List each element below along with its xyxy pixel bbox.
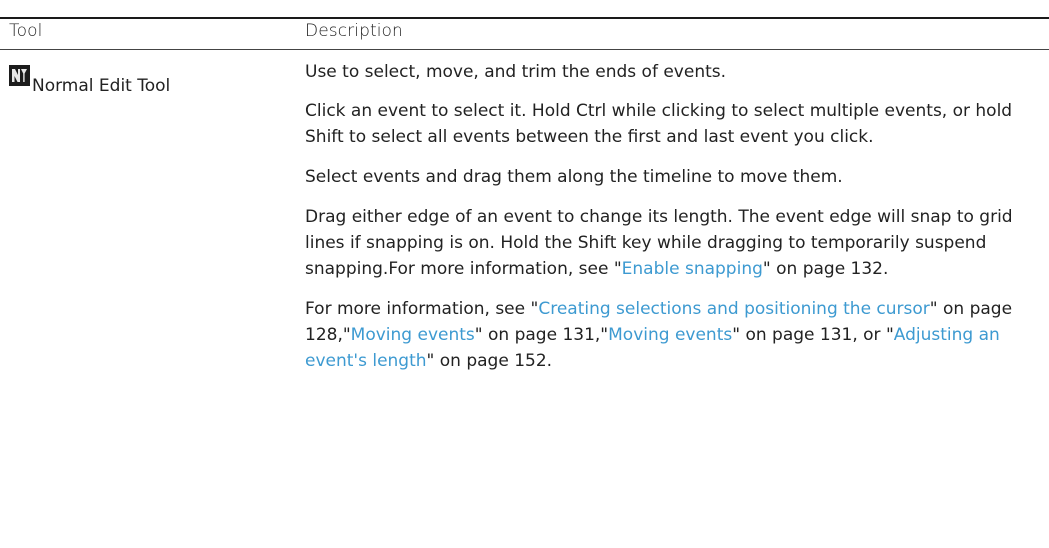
- paragraph-5-text-a: For more information, see ": [305, 299, 539, 319]
- tool-cell: Normal Edit Tool: [9, 62, 170, 96]
- column-header-description: Description: [305, 21, 403, 41]
- description-paragraph-3: Select events and drag them along the ti…: [305, 167, 843, 187]
- paragraph-4-text-b: " on page 132.: [762, 259, 889, 279]
- tool-name: Normal Edit Tool: [32, 76, 171, 96]
- description-cell: Use to select, move, and trim the ends o…: [305, 59, 1040, 388]
- paragraph-5-text-e: " on page 152.: [426, 351, 553, 371]
- table-header-rule: [0, 49, 1049, 50]
- paragraph-5-text-d: " on page 131, or ": [732, 325, 894, 345]
- description-paragraph-4: Drag either edge of an event to change i…: [305, 204, 1040, 282]
- column-header-tool: Tool: [9, 21, 43, 41]
- description-paragraph-5: For more information, see "Creating sele…: [305, 296, 1040, 374]
- link-creating-selections[interactable]: Creating selections and positioning the …: [538, 299, 929, 319]
- description-paragraph-2: Click an event to select it. Hold Ctrl w…: [305, 101, 1013, 147]
- normal-edit-tool-icon: [9, 65, 30, 86]
- paragraph-5-text-c: " on page 131,": [474, 325, 609, 345]
- description-paragraph-1: Use to select, move, and trim the ends o…: [305, 62, 727, 82]
- tool-description-table: Tool Description Normal Edit Tool Use to…: [0, 0, 1049, 548]
- link-enable-snapping[interactable]: Enable snapping: [622, 259, 763, 279]
- link-moving-events-1[interactable]: Moving events: [351, 325, 475, 345]
- table-top-rule: [0, 17, 1049, 19]
- link-moving-events-2[interactable]: Moving events: [608, 325, 732, 345]
